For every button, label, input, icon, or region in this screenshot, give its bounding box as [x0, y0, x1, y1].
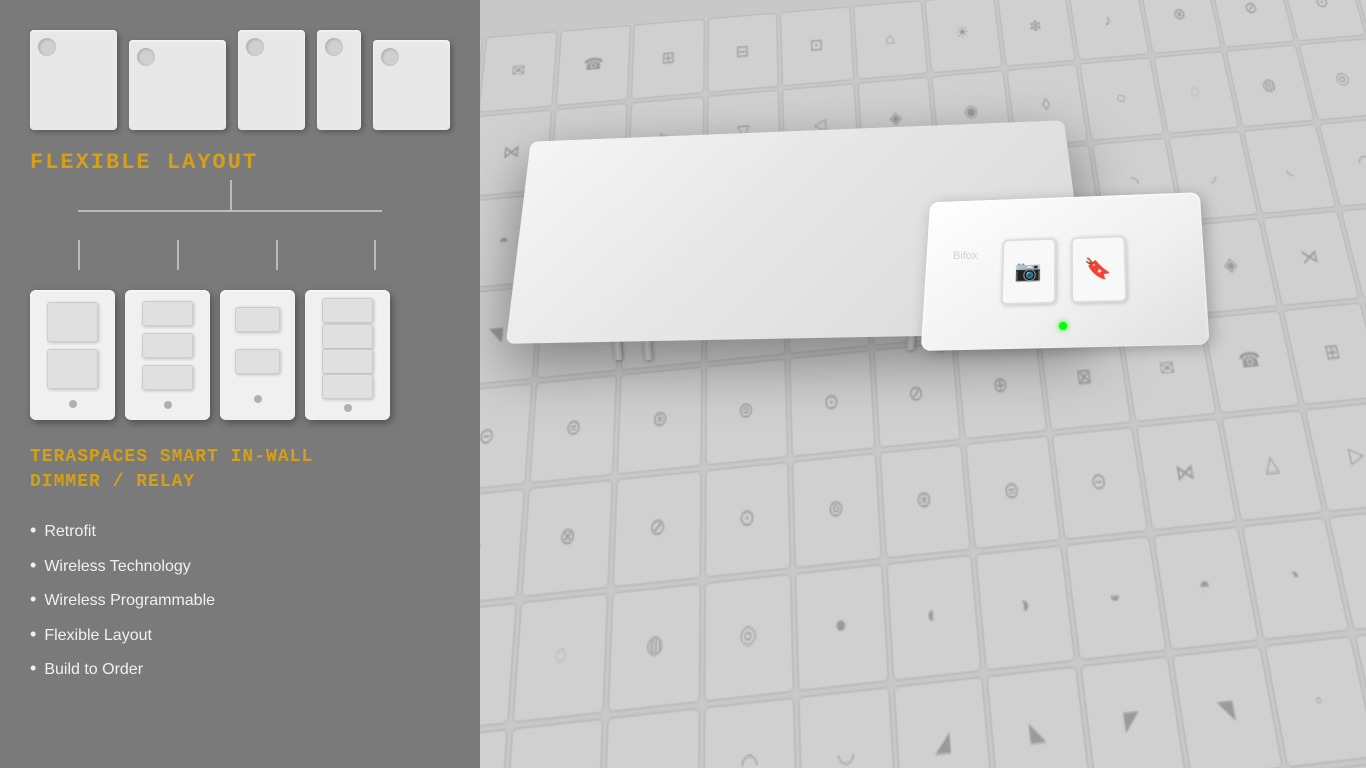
icon-cell: ◓ [1153, 527, 1259, 650]
keypad-button-camera: 📷 [1000, 238, 1055, 305]
switch-dot-2 [164, 401, 172, 409]
icon-cell: ⊞ [631, 18, 705, 100]
switch-btn-3a [235, 307, 279, 332]
feature-item-5: Build to Order [30, 651, 450, 685]
icon-cell: ⊙ [704, 462, 792, 580]
icon-cell: ◍ [607, 583, 700, 712]
icon-cell: ⊗ [1138, 0, 1222, 55]
icon-cell: ◤ [1079, 655, 1187, 768]
switch-dot-4 [344, 404, 352, 412]
icon-cell: ⊗ [520, 479, 613, 598]
switch-btn-4a [322, 298, 373, 323]
switch-dot-1 [69, 400, 77, 408]
icon-cell: ● [795, 564, 889, 691]
icon-cell: ◑ [975, 545, 1075, 670]
icon-cell: ◐ [885, 555, 982, 681]
icon-cell: ♪ [480, 488, 525, 608]
indicator-light [1059, 322, 1067, 330]
icon-cell: ⊜ [965, 435, 1061, 550]
icon-cell: ◞ [502, 717, 604, 768]
switch-plate-bottom-4 [305, 290, 390, 420]
switch-btn-4c [322, 349, 373, 374]
icon-cell: ⊚ [792, 453, 882, 570]
switch-btn-2a [142, 301, 193, 326]
switch-btn-4b [322, 324, 373, 349]
switch-plate-top-3 [238, 30, 306, 130]
switch-btn-1b [47, 349, 98, 389]
tree-diagram [30, 180, 450, 240]
switch-plate-bottom-3 [220, 290, 295, 420]
device-wrapper: 📷 🔖 Bifox [803, 50, 1366, 450]
icon-cell: ⊝ [480, 383, 532, 494]
keypad-device: 📷 🔖 [921, 192, 1210, 351]
branch-line-2 [177, 240, 179, 270]
icon-cell: ◒ [1064, 536, 1167, 660]
switch-plate-top-1 [30, 30, 117, 130]
switch-btn-4d [322, 374, 373, 399]
switch-plate-bottom-2 [125, 290, 210, 420]
top-plates-row [30, 30, 450, 130]
icon-cell: ⊘ [1209, 0, 1295, 48]
switch-btn-3b [235, 349, 279, 374]
icon-cell: ⊛ [878, 444, 971, 560]
icon-cell: ◟ [602, 706, 699, 768]
icon-cell: ☎ [555, 25, 631, 107]
icon-cell: ◢ [892, 675, 994, 768]
watermark-bifox: Bifox [953, 250, 977, 262]
branch-line-1 [78, 240, 80, 270]
icon-cell: ◝ [480, 728, 507, 768]
right-panel: ⊕⊠✉☎⊞⊟⊡⌂☀❄♪⊗⊘⊙⊚⊛⊜⊝⋈△▷▽◁◈◉◊○◌◍◎●◐◑◒◓◔◕◖◗◘… [480, 0, 1366, 768]
icon-cell: ◥ [1171, 645, 1283, 768]
icon-cell: ◠ [702, 696, 798, 768]
feature-item-2: Wireless Technology [30, 548, 450, 582]
icon-cell: ⊘ [612, 470, 701, 588]
feature-list: Retrofit Wireless Technology Wireless Pr… [30, 513, 450, 685]
switch-plate-top-5 [373, 40, 450, 130]
feature-item-4: Flexible Layout [30, 617, 450, 651]
switch-plate-top-2 [129, 40, 226, 130]
tree-line-top [40, 180, 420, 240]
switch-btn-2c [142, 365, 193, 390]
icon-cell: ○ [480, 603, 516, 734]
icon-cell: ⊜ [528, 374, 617, 484]
feature-item-1: Retrofit [30, 513, 450, 547]
branch-line-3 [276, 240, 278, 270]
switch-btn-1a [47, 302, 98, 342]
icon-cell: ◡ [798, 685, 896, 768]
switch-plate-bottom-1 [30, 290, 115, 420]
icon-cell: ⊛ [616, 366, 701, 475]
icon-cell: ◌ [511, 593, 608, 723]
switch-dot-3 [254, 395, 262, 403]
bottom-plates-row [30, 290, 450, 420]
left-panel: Flexible Layout [0, 0, 480, 768]
icon-cell: ◣ [986, 665, 1091, 768]
switch-plate-top-4 [317, 30, 360, 130]
icon-cell: ◎ [703, 574, 794, 702]
branch-line-4 [374, 240, 376, 270]
icon-cell: ✉ [480, 31, 557, 113]
switch-btn-2b [142, 333, 193, 358]
keypad-button-info: 🔖 [1070, 236, 1126, 304]
feature-item-3: Wireless Programmable [30, 582, 450, 616]
flexible-layout-title: Flexible Layout [30, 150, 450, 175]
product-name: Teraspaces Smart in-wall Dimmer / Relay [30, 445, 450, 495]
icon-cell: ⊟ [706, 12, 779, 93]
